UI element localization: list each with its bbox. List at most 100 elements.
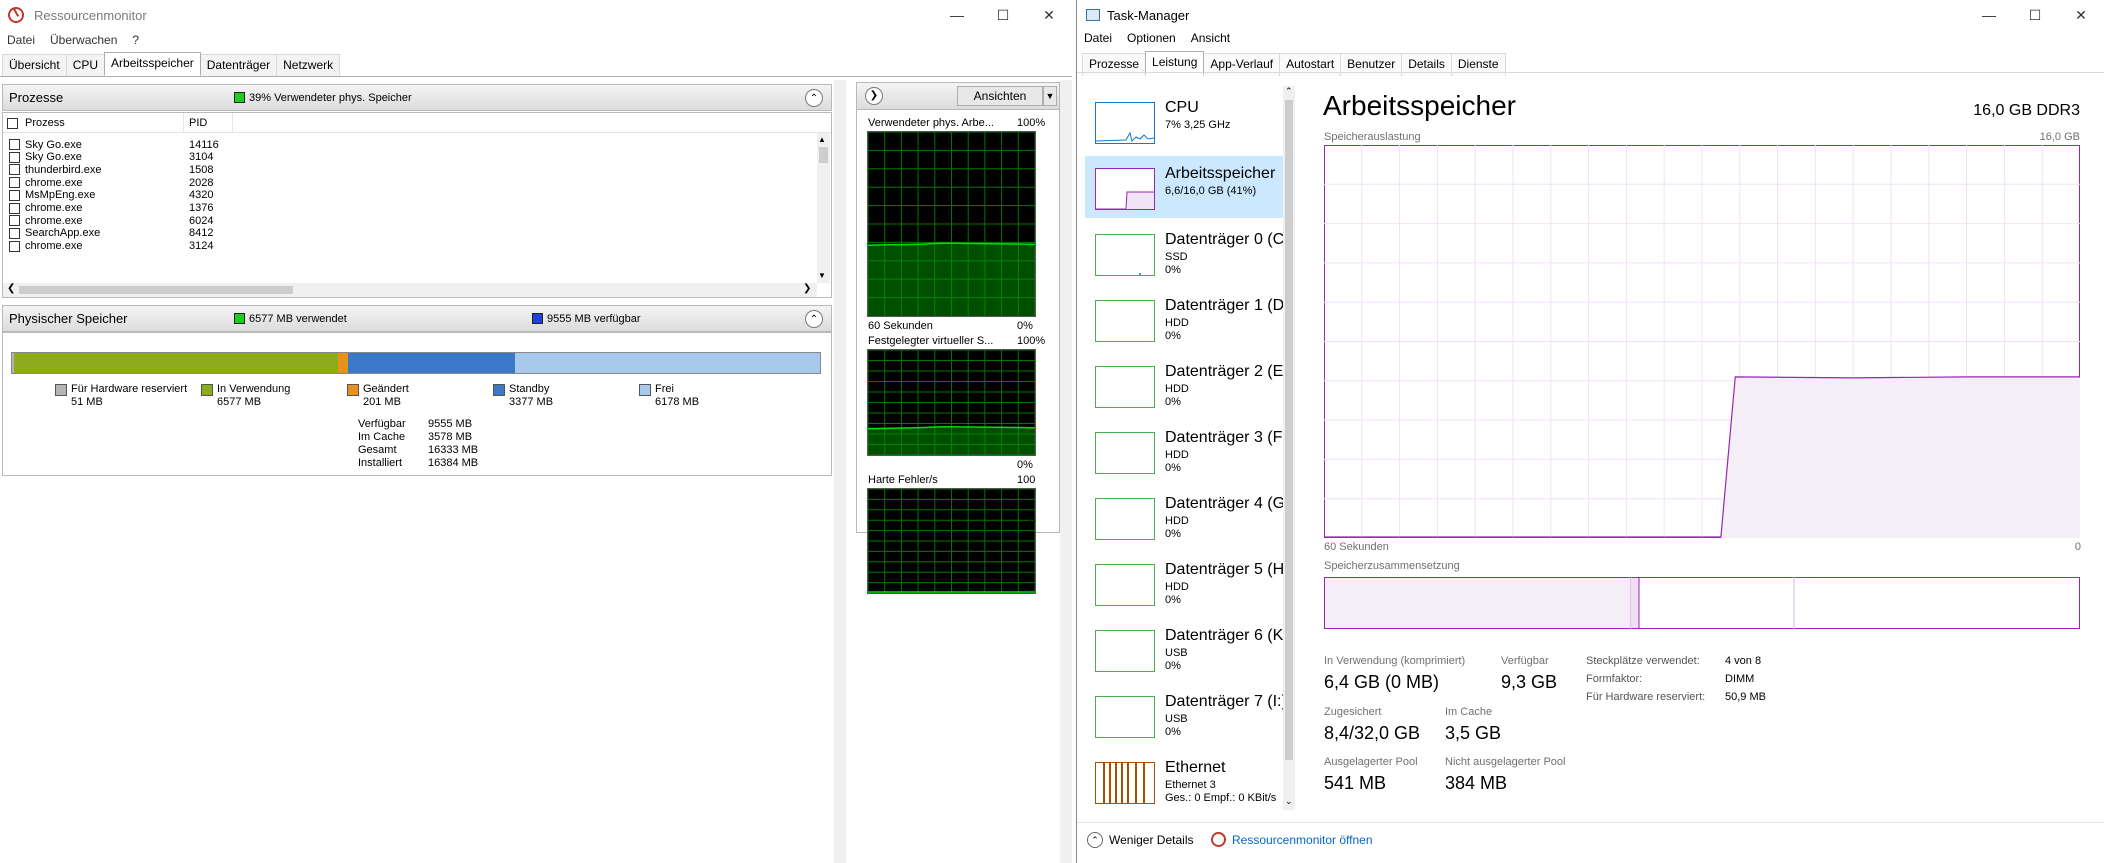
tm-close-icon[interactable]: ✕ bbox=[2058, 0, 2104, 30]
graph-pane: ❯ Ansichten ▼ Verwendeter phys. Arbe... … bbox=[856, 82, 1060, 594]
sidebar-item-disk[interactable]: Datenträger 3 (F: HDD 0% bbox=[1085, 420, 1283, 482]
tab-uebersicht[interactable]: Übersicht bbox=[2, 54, 67, 77]
tm-app-icon bbox=[1086, 9, 1100, 21]
sidebar-title: Datenträger 6 (K: bbox=[1165, 627, 1283, 644]
memory-bar-segment bbox=[514, 353, 820, 373]
expand-graph-icon[interactable]: ❯ bbox=[865, 87, 883, 105]
sidebar-sub2: 0% bbox=[1165, 660, 1181, 672]
composition-modified bbox=[1631, 578, 1639, 628]
sidebar-item-cpu[interactable]: CPU 7% 3,25 GHz bbox=[1085, 90, 1283, 152]
memory-bar-segment bbox=[338, 353, 349, 373]
summary-value: 9555 MB bbox=[428, 418, 473, 430]
thumb-fill bbox=[1127, 192, 1154, 209]
select-all-checkbox[interactable] bbox=[7, 118, 18, 129]
sidebar-sub2: Ges.: 0 Empf.: 0 KBit/s bbox=[1165, 792, 1277, 804]
hscroll-thumb[interactable] bbox=[19, 286, 293, 294]
sidebar-vscroll[interactable]: ⌃ ⌄ bbox=[1283, 86, 1295, 810]
minimize-icon[interactable]: — bbox=[934, 0, 980, 30]
sidebar-item-disk[interactable]: Datenträger 4 (G HDD 0% bbox=[1085, 486, 1283, 548]
fewer-details-label: Weniger Details bbox=[1109, 833, 1194, 847]
scroll-up-icon[interactable]: ▲ bbox=[818, 135, 826, 144]
row-checkbox[interactable] bbox=[9, 240, 20, 252]
sidebar-sub2: 0% bbox=[1165, 726, 1181, 738]
chevron-up-icon: ⌃ bbox=[1087, 832, 1103, 848]
sidebar-title: Datenträger 0 (C: bbox=[1165, 231, 1283, 248]
tab-arbeitsspeicher[interactable]: Arbeitsspeicher bbox=[104, 52, 201, 75]
scroll-left-icon[interactable]: ❮ bbox=[7, 283, 15, 294]
sidebar-item-net[interactable]: Ethernet Ethernet 3 Ges.: 0 Empf.: 0 KBit/… bbox=[1085, 750, 1283, 812]
sidebar-scroll-down-icon[interactable]: ⌄ bbox=[1285, 796, 1293, 807]
legend-label: Frei bbox=[655, 383, 674, 395]
tm-menu-optionen[interactable]: Optionen bbox=[1120, 29, 1184, 49]
fewer-details-button[interactable]: ⌃ Weniger Details bbox=[1087, 832, 1193, 848]
collapse-processes-icon[interactable]: ⌃ bbox=[805, 89, 823, 107]
sidebar-item-mem[interactable]: Arbeitsspeicher 6,6/16,0 GB (41%) bbox=[1085, 156, 1283, 218]
footer-divider bbox=[1077, 822, 2104, 823]
tab-cpu[interactable]: CPU bbox=[65, 54, 106, 77]
close-icon[interactable]: ✕ bbox=[1026, 0, 1072, 30]
resmon-left-vscroll[interactable] bbox=[834, 80, 846, 863]
collapse-physical-icon[interactable]: ⌃ bbox=[805, 310, 823, 328]
resmon-menubar: Datei Überwachen ? bbox=[0, 31, 147, 51]
open-resmon-link[interactable]: Ressourcenmonitor öffnen bbox=[1211, 832, 1373, 847]
legend-swatch bbox=[347, 384, 359, 396]
tab-netzwerk[interactable]: Netzwerk bbox=[276, 54, 341, 77]
tm-menu-ansicht[interactable]: Ansicht bbox=[1184, 29, 1238, 49]
scroll-thumb[interactable] bbox=[819, 147, 828, 163]
tm-maximize-icon[interactable]: ☐ bbox=[2012, 0, 2058, 30]
col-pid[interactable]: PID bbox=[189, 117, 207, 129]
sidebar-thumbnail bbox=[1095, 168, 1155, 210]
sidebar-title: Datenträger 2 (E: bbox=[1165, 363, 1283, 380]
maximize-icon[interactable]: ☐ bbox=[980, 0, 1026, 30]
col-process[interactable]: Prozess bbox=[25, 117, 65, 129]
sidebar-item-disk[interactable]: Datenträger 1 (D HDD 0% bbox=[1085, 288, 1283, 350]
sidebar-scroll-thumb[interactable] bbox=[1285, 100, 1293, 760]
view-dropdown-icon[interactable]: ▼ bbox=[1043, 86, 1057, 106]
sidebar-thumbnail bbox=[1095, 102, 1155, 144]
task-manager-window: Task-Manager — ☐ ✕ Datei Optionen Ansich… bbox=[1076, 0, 2104, 863]
processes-vscroll[interactable]: ▲ ▼ bbox=[817, 133, 830, 283]
avail-label: 9555 MB verfügbar bbox=[547, 312, 641, 325]
sidebar-sub1: HDD bbox=[1165, 317, 1189, 329]
summary-value: 16333 MB bbox=[428, 444, 479, 456]
processes-header[interactable]: Prozesse 39% Verwendeter phys. Speicher … bbox=[2, 84, 832, 111]
sidebar-item-disk[interactable]: Datenträger 7 (I:) USB 0% bbox=[1085, 684, 1283, 746]
sidebar-title: CPU bbox=[1165, 99, 1199, 116]
sidebar-scroll-up-icon[interactable]: ⌃ bbox=[1285, 86, 1293, 97]
tm-menu-datei[interactable]: Datei bbox=[1077, 29, 1120, 49]
sidebar-item-disk[interactable]: Datenträger 5 (H HDD 0% bbox=[1085, 552, 1283, 614]
legend-value: 51 MB bbox=[71, 396, 103, 408]
sidebar-thumbnail bbox=[1095, 630, 1155, 672]
scroll-down-icon[interactable]: ▼ bbox=[818, 271, 826, 280]
tab-datentraeger[interactable]: Datenträger bbox=[199, 54, 278, 77]
tm-title: Task-Manager bbox=[1107, 7, 1190, 23]
menu-ueberwachen[interactable]: Überwachen bbox=[43, 31, 125, 51]
scroll-right-icon[interactable]: ❯ bbox=[803, 283, 811, 294]
sidebar-item-disk[interactable]: Datenträger 2 (E: HDD 0% bbox=[1085, 354, 1283, 416]
menu-datei[interactable]: Datei bbox=[0, 31, 43, 51]
summary-label: Im Cache bbox=[358, 431, 406, 443]
view-button[interactable]: Ansichten bbox=[957, 86, 1043, 106]
sidebar-item-disk[interactable]: Datenträger 0 (C: SSD 0% bbox=[1085, 222, 1283, 284]
physical-memory-header[interactable]: Physischer Speicher 6577 MB verwendet 95… bbox=[2, 305, 832, 332]
committed-label: Zugesichert bbox=[1324, 706, 1382, 718]
composition-label: Speicherzusammensetzung bbox=[1324, 560, 1460, 572]
sidebar-sub1: SSD bbox=[1165, 251, 1188, 263]
tm-tab-divider bbox=[1077, 72, 2104, 73]
memory-bar-segment bbox=[14, 353, 339, 373]
processes-hscroll[interactable]: ❮ ❯ bbox=[3, 283, 817, 297]
sidebar-item-disk[interactable]: Datenträger 6 (K: USB 0% bbox=[1085, 618, 1283, 680]
tm-minimize-icon[interactable]: — bbox=[1966, 0, 2012, 30]
graph-pane-vscroll[interactable] bbox=[1060, 80, 1072, 863]
table-row[interactable]: chrome.exe 3124 bbox=[9, 238, 213, 255]
sidebar-thumbnail bbox=[1095, 498, 1155, 540]
resmon-titlebar: Ressourcenmonitor — ☐ ✕ bbox=[0, 0, 1072, 30]
summary-label: Gesamt bbox=[358, 444, 397, 456]
graph1-time: 60 Sekunden bbox=[868, 320, 933, 332]
physical-memory-title: Physischer Speicher bbox=[9, 311, 128, 326]
time-min: 0 bbox=[2074, 541, 2081, 553]
menu-help[interactable]: ? bbox=[125, 31, 147, 51]
legend-item: Standby 3377 MB bbox=[493, 383, 633, 411]
legend-item: Geändert 201 MB bbox=[347, 383, 487, 411]
tm-tab-leistung[interactable]: Leistung bbox=[1145, 51, 1205, 74]
